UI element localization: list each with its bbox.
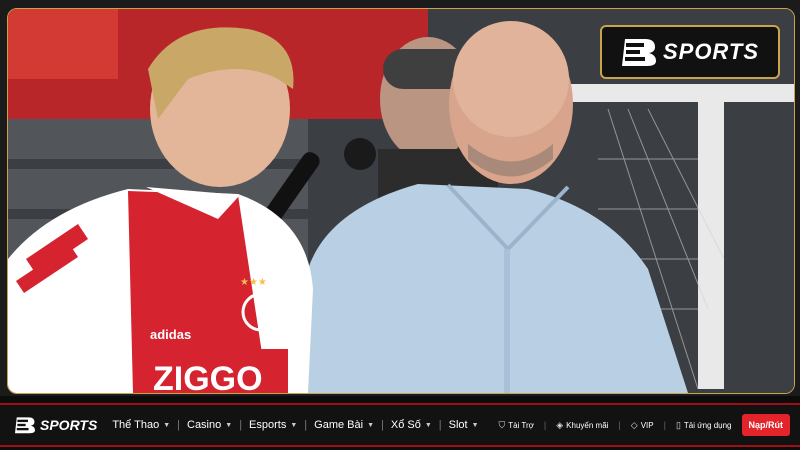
bottom-nav-bar: SPORTS Thể Thao ▼ | Casino ▼ | Esports ▼ | …	[0, 403, 800, 447]
brand-logo-icon	[621, 35, 657, 69]
nav-item-the-thao[interactable]: Thể Thao ▼	[105, 419, 177, 431]
chevron-down-icon: ▼	[290, 421, 298, 429]
nav-item-label: Slot	[448, 419, 468, 431]
util-label: Tài Trợ	[508, 420, 534, 430]
util-divider: |	[663, 420, 666, 430]
brand-name: SPORTS	[662, 39, 760, 64]
util-label: Tải ứng dụng	[683, 420, 732, 430]
chevron-down-icon: ▼	[424, 421, 432, 429]
nav-item-game-bai[interactable]: Game Bài ▼	[307, 419, 381, 431]
svg-text:★★★: ★★★	[240, 277, 267, 288]
nav-item-slot[interactable]: Slot ▼	[442, 419, 486, 431]
util-divider: |	[618, 420, 621, 430]
util-tai-ung-dung[interactable]: ▯ Tải ứng dụng	[676, 420, 732, 431]
phone-icon: ▯	[675, 419, 681, 430]
nav-item-label: Game Bài	[314, 419, 364, 431]
util-khuyen-mai[interactable]: ◈ Khuyến mãi	[556, 420, 608, 431]
bar-logo[interactable]: SPORTS	[14, 415, 97, 435]
nav-item-label: Xổ Số	[390, 419, 421, 431]
diamond-icon: ◇	[630, 419, 638, 430]
bar-brand-name: SPORTS	[40, 417, 98, 433]
nav-item-label: Casino	[187, 419, 222, 431]
deposit-withdraw-button[interactable]: Nạp/Rút	[741, 414, 790, 436]
nav-item-xo-so[interactable]: Xổ Số ▼	[384, 419, 439, 431]
chevron-down-icon: ▼	[471, 421, 479, 429]
brand-logo-icon	[15, 417, 35, 434]
tag-icon: ◈	[556, 419, 564, 430]
nav-item-label: Thể Thao	[112, 419, 160, 431]
news-photo: ★★★ adidas ZIGGO SPORTS	[7, 8, 795, 394]
nav-item-casino[interactable]: Casino ▼	[180, 419, 239, 431]
jersey-maker-text: adidas	[150, 327, 191, 342]
util-vip[interactable]: ◇ VIP	[631, 420, 654, 431]
util-label: Khuyến mãi	[566, 420, 609, 430]
chevron-down-icon: ▼	[163, 421, 171, 429]
nav-item-label: Esports	[249, 419, 287, 431]
shield-icon: ⛉	[498, 419, 506, 430]
util-label: VIP	[640, 420, 654, 430]
nav-item-esports[interactable]: Esports ▼	[242, 419, 304, 431]
main-nav: Thể Thao ▼ | Casino ▼ | Esports ▼ | Game Bà…	[105, 419, 485, 431]
brand-badge[interactable]: SPORTS	[600, 25, 780, 79]
util-divider: |	[543, 420, 547, 430]
chevron-down-icon: ▼	[367, 421, 374, 429]
photo-frame: ★★★ adidas ZIGGO SPORTS	[0, 0, 800, 396]
jersey-sponsor-text: ZIGGO	[153, 360, 263, 393]
chevron-down-icon: ▼	[225, 421, 233, 429]
util-tai-tro[interactable]: ⛉ Tài Trợ	[498, 420, 533, 431]
utility-links: ⛉ Tài Trợ | ◈ Khuyến mãi | ◇ VIP | ▯ Tải ứng…	[498, 414, 790, 436]
